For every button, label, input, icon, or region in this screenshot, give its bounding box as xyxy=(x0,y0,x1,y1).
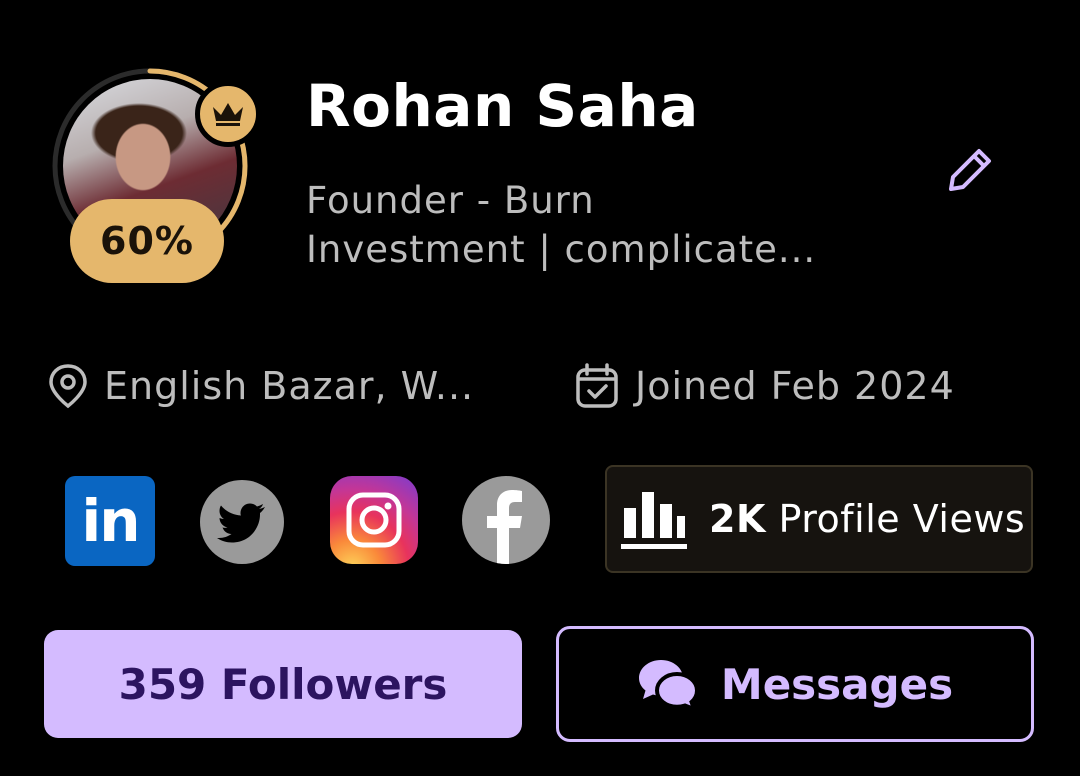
messages-button[interactable]: Messages xyxy=(556,626,1034,742)
profile-views-card[interactable]: 2K Profile Views xyxy=(605,465,1033,573)
location-pin-icon xyxy=(49,364,87,409)
pencil-icon xyxy=(949,149,991,191)
profile-views-count: 2K xyxy=(709,497,766,541)
joined-text: Joined Feb 2024 xyxy=(635,364,955,408)
crown-icon xyxy=(195,81,261,147)
profile-views-text: 2K Profile Views xyxy=(709,497,1025,541)
instagram-icon[interactable] xyxy=(330,476,418,564)
edit-profile-button[interactable] xyxy=(940,140,1000,200)
location-info: English Bazar, W... xyxy=(46,362,474,410)
profile-completion-badge: 60% xyxy=(70,199,224,283)
joined-info: Joined Feb 2024 xyxy=(573,362,955,410)
followers-button[interactable]: 359 Followers xyxy=(44,630,522,738)
profile-bio: Founder - Burn Investment | complicate..… xyxy=(306,176,866,274)
profile-name: Rohan Saha xyxy=(306,72,699,140)
bio-line-1: Founder - Burn xyxy=(306,179,595,222)
profile-views-label: Profile Views xyxy=(778,497,1026,541)
bio-line-2: Investment | complicate... xyxy=(306,228,817,271)
location-text: English Bazar, W... xyxy=(104,364,475,408)
calendar-check-icon xyxy=(576,363,618,408)
twitter-icon[interactable] xyxy=(200,480,284,564)
linkedin-logo-text: in xyxy=(81,487,140,555)
profile-avatar-section[interactable]: 60% xyxy=(50,66,261,286)
facebook-icon[interactable] xyxy=(462,476,550,564)
chat-bubbles-icon xyxy=(638,660,699,710)
bar-chart-icon xyxy=(621,492,687,549)
linkedin-icon[interactable]: in xyxy=(65,476,155,566)
messages-label: Messages xyxy=(720,659,954,709)
